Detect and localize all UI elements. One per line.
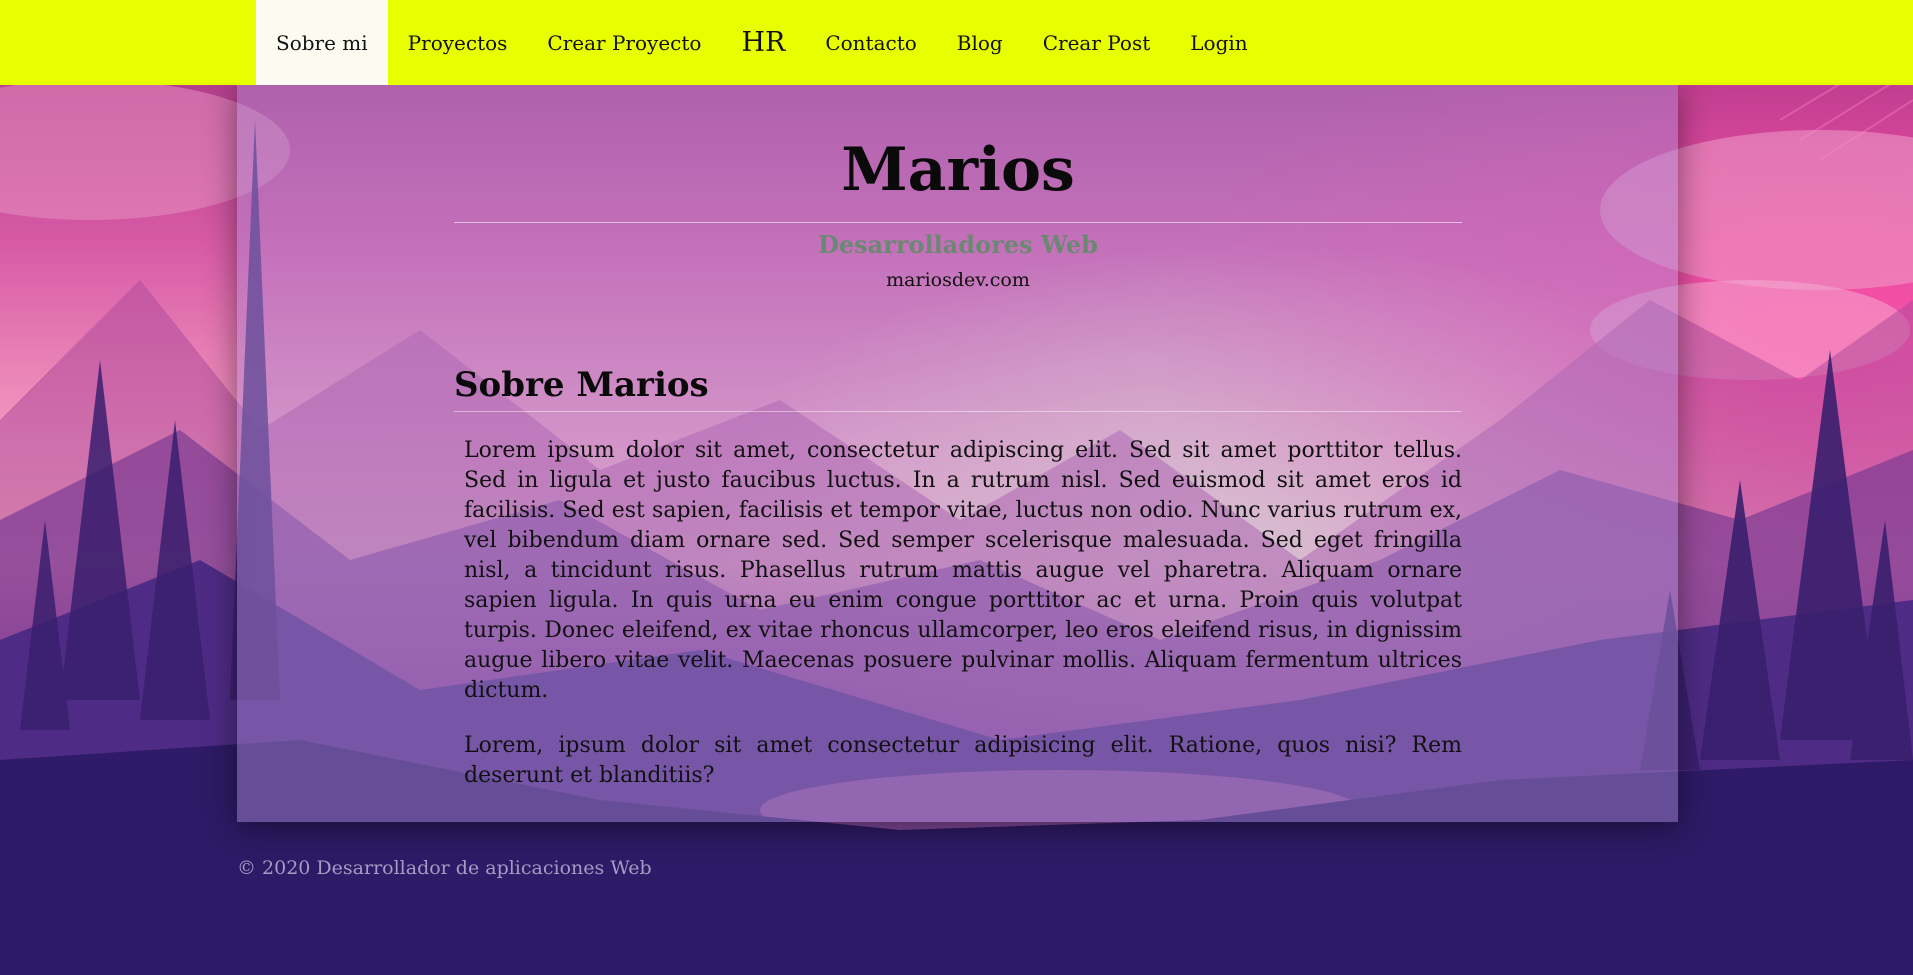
- nav-item-sobre-mi[interactable]: Sobre mi: [256, 0, 388, 85]
- site-title: Marios: [841, 135, 1075, 205]
- about-paragraph-1: Lorem ipsum dolor sit amet, consectetur …: [464, 438, 1462, 703]
- main-nav: Sobre mi Proyectos Crear Proyecto HR Con…: [256, 0, 1268, 85]
- about-paragraph-2: Lorem, ipsum dolor sit amet consectetur …: [464, 733, 1462, 788]
- nav-item-crear-post[interactable]: Crear Post: [1023, 0, 1171, 85]
- footer-copyright: © 2020 Desarrollador de aplicaciones Web: [237, 857, 652, 879]
- site-domain: mariosdev.com: [886, 269, 1030, 291]
- top-navbar: Sobre mi Proyectos Crear Proyecto HR Con…: [0, 0, 1913, 85]
- site-subtitle: Desarrolladores Web: [818, 230, 1098, 259]
- title-divider: [454, 222, 1462, 223]
- nav-item-login[interactable]: Login: [1170, 0, 1267, 85]
- about-divider: [454, 411, 1462, 412]
- nav-item-crear-proyecto[interactable]: Crear Proyecto: [527, 0, 721, 85]
- main-content-panel: Marios Desarrolladores Web mariosdev.com…: [237, 85, 1678, 822]
- nav-item-contacto[interactable]: Contacto: [805, 0, 936, 85]
- nav-item-proyectos[interactable]: Proyectos: [388, 0, 528, 85]
- about-heading: Sobre Marios: [454, 365, 709, 405]
- nav-item-hr[interactable]: HR: [721, 0, 805, 85]
- nav-item-blog[interactable]: Blog: [937, 0, 1023, 85]
